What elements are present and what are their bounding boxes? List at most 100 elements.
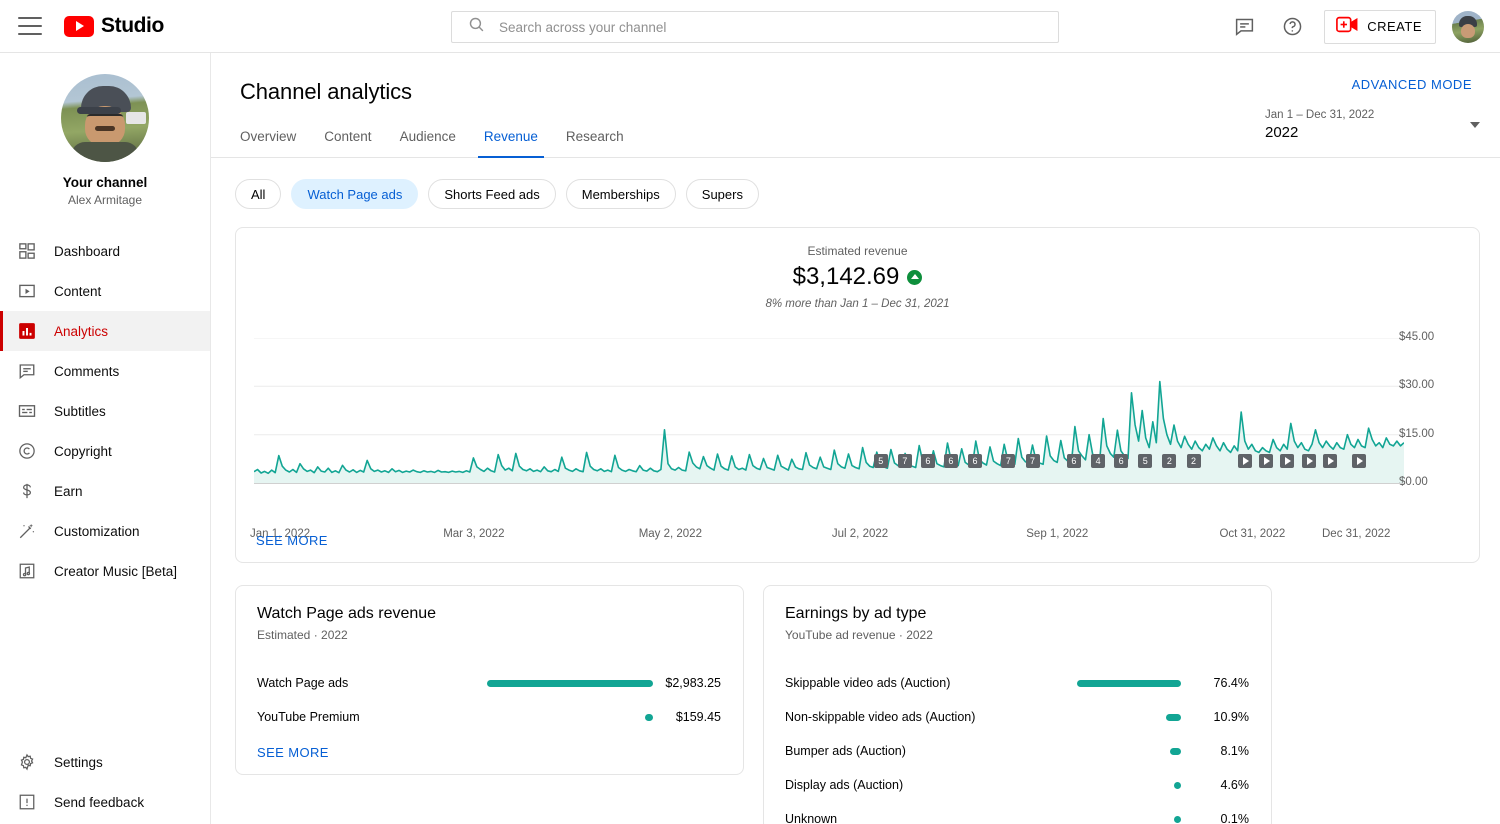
earnings-by-ad-type-card: Earnings by ad type YouTube ad revenue ·… bbox=[763, 585, 1272, 824]
sidebar-item-settings[interactable]: Settings bbox=[0, 742, 211, 782]
revenue-chart[interactable]: $0.00$15.00$30.00$45.00 5766677646522 bbox=[254, 338, 1469, 528]
create-button[interactable]: CREATE bbox=[1324, 10, 1436, 44]
top-bar: Studio bbox=[0, 0, 1500, 53]
chart-video-marker[interactable] bbox=[1352, 454, 1366, 468]
sidebar-item-label: Copyright bbox=[54, 444, 112, 459]
channel-avatar[interactable] bbox=[61, 74, 149, 162]
list-item[interactable]: Bumper ads (Auction)8.1% bbox=[785, 734, 1249, 768]
tab-content[interactable]: Content bbox=[310, 129, 385, 157]
sidebar-item-creator-music[interactable]: Creator Music [Beta] bbox=[0, 551, 210, 591]
chart-count-marker[interactable]: 5 bbox=[1138, 454, 1152, 468]
sidebar-item-label: Send feedback bbox=[54, 795, 144, 810]
top-bar-actions: CREATE bbox=[1228, 0, 1484, 53]
row-bar-zone bbox=[906, 748, 1191, 755]
sidebar-item-content[interactable]: Content bbox=[0, 271, 210, 311]
chart-count-marker[interactable]: 7 bbox=[898, 454, 912, 468]
card-subtitle: YouTube ad revenue · 2022 bbox=[785, 628, 1249, 642]
revenue-filter-chips: All Watch Page ads Shorts Feed ads Membe… bbox=[211, 158, 1500, 209]
brand-label: Studio bbox=[101, 14, 164, 38]
card-title: Watch Page ads revenue bbox=[257, 605, 721, 623]
tab-research[interactable]: Research bbox=[552, 129, 638, 157]
arrow-up-icon bbox=[907, 270, 922, 285]
chart-video-marker[interactable] bbox=[1280, 454, 1294, 468]
feedback-icon[interactable] bbox=[1228, 11, 1260, 43]
sidebar-item-copyright[interactable]: Copyright bbox=[0, 431, 210, 471]
chip-memberships[interactable]: Memberships bbox=[566, 179, 676, 209]
chart-count-marker[interactable]: 6 bbox=[968, 454, 982, 468]
create-button-label: CREATE bbox=[1367, 19, 1422, 34]
sidebar-item-label: Comments bbox=[54, 364, 119, 379]
row-label: Unknown bbox=[785, 812, 837, 824]
row-bar bbox=[645, 714, 653, 721]
dollar-icon bbox=[16, 480, 38, 502]
list-item[interactable]: Skippable video ads (Auction)76.4% bbox=[785, 666, 1249, 700]
chart-count-marker[interactable]: 5 bbox=[874, 454, 888, 468]
chart-count-marker[interactable]: 6 bbox=[921, 454, 935, 468]
row-bar-zone bbox=[903, 782, 1191, 789]
chart-count-marker[interactable]: 6 bbox=[1067, 454, 1081, 468]
search-input[interactable] bbox=[499, 20, 1058, 35]
sidebar-item-label: Subtitles bbox=[54, 404, 106, 419]
row-bar-zone bbox=[950, 680, 1191, 687]
chip-supers[interactable]: Supers bbox=[686, 179, 759, 209]
hamburger-icon[interactable] bbox=[18, 17, 42, 35]
sidebar: Your channel Alex Armitage Dashboard Con… bbox=[0, 53, 211, 824]
list-item[interactable]: Unknown 0.1% bbox=[785, 802, 1249, 824]
row-bar bbox=[1174, 816, 1181, 823]
comments-icon bbox=[16, 360, 38, 382]
chart-x-tick: Mar 3, 2022 bbox=[443, 528, 504, 540]
list-item[interactable]: YouTube Premium$159.45 bbox=[257, 700, 721, 734]
list-item[interactable]: Watch Page ads$2,983.25 bbox=[257, 666, 721, 700]
sidebar-item-earn[interactable]: Earn bbox=[0, 471, 210, 511]
studio-logo[interactable]: Studio bbox=[64, 14, 164, 38]
tab-audience[interactable]: Audience bbox=[386, 129, 470, 157]
row-label: Watch Page ads bbox=[257, 676, 348, 690]
watch-page-see-more-link[interactable]: SEE MORE bbox=[257, 745, 329, 760]
help-icon[interactable] bbox=[1276, 11, 1308, 43]
chart-count-marker[interactable]: 2 bbox=[1187, 454, 1201, 468]
row-bar bbox=[1174, 782, 1181, 789]
row-value: 76.4% bbox=[1191, 676, 1249, 690]
ad-type-rows: Skippable video ads (Auction)76.4%Non-sk… bbox=[785, 666, 1249, 824]
chip-all[interactable]: All bbox=[235, 179, 281, 209]
chart-video-marker[interactable] bbox=[1259, 454, 1273, 468]
sidebar-item-customization[interactable]: Customization bbox=[0, 511, 210, 551]
sidebar-item-label: Content bbox=[54, 284, 101, 299]
sidebar-item-dashboard[interactable]: Dashboard bbox=[0, 231, 210, 271]
search-bar[interactable] bbox=[451, 11, 1059, 43]
chart-video-marker[interactable] bbox=[1302, 454, 1316, 468]
chart-video-marker[interactable] bbox=[1323, 454, 1337, 468]
row-value: 0.1% bbox=[1191, 812, 1249, 824]
search-icon bbox=[468, 16, 485, 38]
advanced-mode-link[interactable]: ADVANCED MODE bbox=[1352, 77, 1472, 92]
sidebar-item-analytics[interactable]: Analytics bbox=[0, 311, 210, 351]
chip-watch-page-ads[interactable]: Watch Page ads bbox=[291, 179, 418, 209]
revenue-metric-value: $3,142.69 bbox=[793, 263, 900, 291]
list-item[interactable]: Display ads (Auction)4.6% bbox=[785, 768, 1249, 802]
chart-count-marker[interactable]: 7 bbox=[1001, 454, 1015, 468]
chart-count-marker[interactable]: 4 bbox=[1091, 454, 1105, 468]
row-label: Non-skippable video ads (Auction) bbox=[785, 710, 975, 724]
youtube-play-icon bbox=[64, 16, 94, 37]
revenue-see-more-link[interactable]: SEE MORE bbox=[256, 533, 328, 548]
avatar[interactable] bbox=[1452, 11, 1484, 43]
list-item[interactable]: Non-skippable video ads (Auction)10.9% bbox=[785, 700, 1249, 734]
sidebar-item-subtitles[interactable]: Subtitles bbox=[0, 391, 210, 431]
tab-overview[interactable]: Overview bbox=[240, 129, 310, 157]
chart-video-marker[interactable] bbox=[1238, 454, 1252, 468]
sidebar-item-comments[interactable]: Comments bbox=[0, 351, 210, 391]
sidebar-item-label: Dashboard bbox=[54, 244, 120, 259]
chart-count-marker[interactable]: 7 bbox=[1026, 454, 1040, 468]
sidebar-item-send-feedback[interactable]: Send feedback bbox=[0, 782, 211, 822]
row-bar-zone bbox=[975, 714, 1191, 721]
watch-page-rows: Watch Page ads$2,983.25YouTube Premium$1… bbox=[257, 666, 721, 734]
chart-count-marker[interactable]: 2 bbox=[1162, 454, 1176, 468]
chart-x-tick: Sep 1, 2022 bbox=[1026, 528, 1088, 540]
tab-revenue[interactable]: Revenue bbox=[470, 129, 552, 157]
chip-shorts-feed-ads[interactable]: Shorts Feed ads bbox=[428, 179, 555, 209]
card-subtitle: Estimated · 2022 bbox=[257, 628, 721, 642]
chart-x-tick: Jul 2, 2022 bbox=[832, 528, 888, 540]
chart-count-marker[interactable]: 6 bbox=[1114, 454, 1128, 468]
send-feedback-icon bbox=[16, 791, 38, 813]
chart-count-marker[interactable]: 6 bbox=[944, 454, 958, 468]
